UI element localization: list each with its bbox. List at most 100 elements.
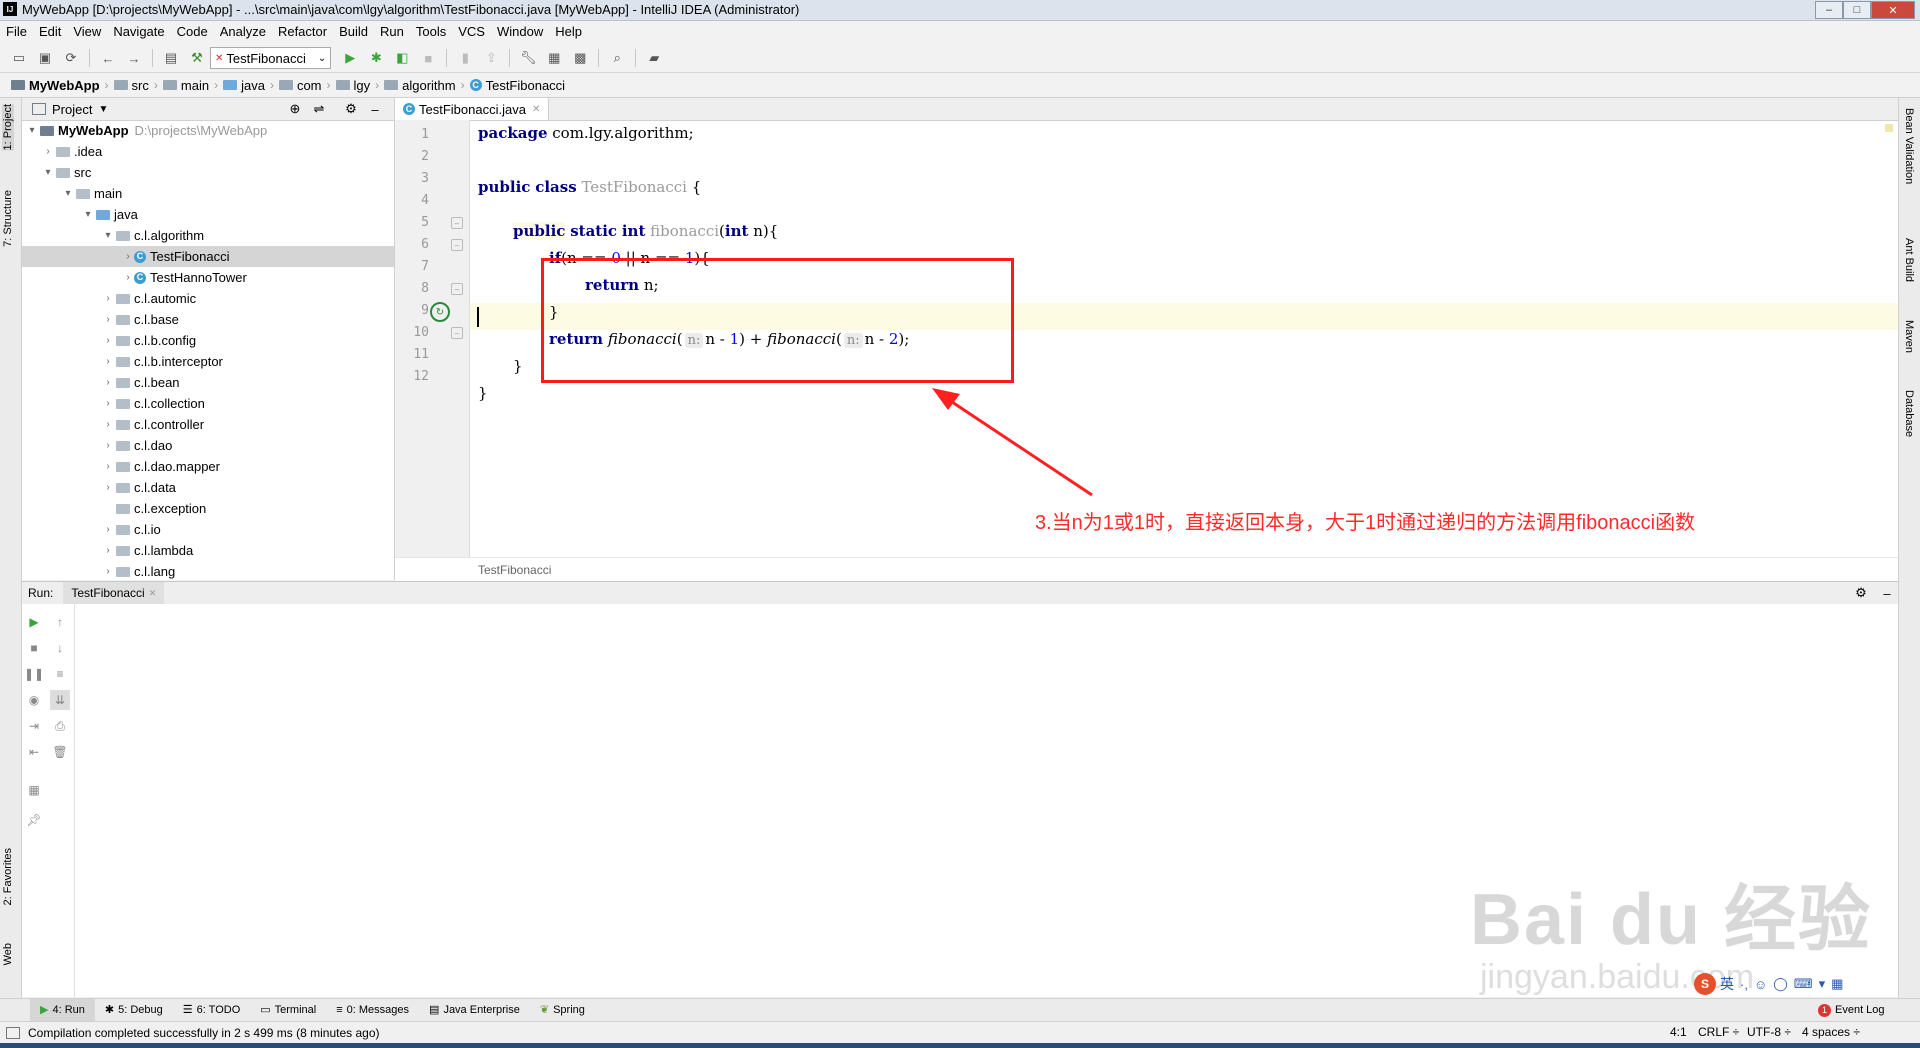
breadcrumb-lgy[interactable]: lgy xyxy=(333,78,374,93)
tree-item[interactable]: › c.l.lambda xyxy=(102,540,193,561)
chevron-right-icon[interactable]: › xyxy=(102,540,114,561)
web-tool-tab[interactable]: Web xyxy=(2,943,14,965)
fold-icon[interactable]: – xyxy=(451,239,463,251)
menu-vcs[interactable]: VCS xyxy=(452,21,491,43)
run-config-select[interactable]: ✕ TestFibonacci ⌄ xyxy=(210,47,332,69)
status-icon[interactable] xyxy=(6,1026,20,1039)
menu-code[interactable]: Code xyxy=(171,21,214,43)
login-icon[interactable]: ⇥ xyxy=(24,716,44,736)
ime-logo-icon[interactable]: S xyxy=(1694,973,1716,995)
down-icon[interactable]: ↓ xyxy=(50,638,70,658)
tasks-icon[interactable]: ▰ xyxy=(643,47,665,69)
tree-item[interactable]: › c.l.dao xyxy=(102,435,172,456)
save-icon[interactable]: ▣ xyxy=(34,47,56,69)
trash-icon[interactable]: 🗑︎ xyxy=(50,742,70,762)
settings-wrench-icon[interactable]: 🔧︎ xyxy=(517,47,539,69)
tree-item[interactable]: › c.l.io xyxy=(102,519,160,540)
menu-run[interactable]: Run xyxy=(374,21,410,43)
ime-grid-icon[interactable]: ▦ xyxy=(1831,976,1843,992)
project-settings-icon[interactable]: ▦ xyxy=(543,47,565,69)
locate-icon[interactable]: ⊕ xyxy=(286,100,304,118)
ime-shirt-icon[interactable]: ▾ xyxy=(1819,976,1826,992)
chevron-down-icon[interactable]: ▾ xyxy=(42,162,54,183)
ime-punct-icon[interactable]: ·, xyxy=(1740,977,1748,992)
tree-item[interactable]: ▾ main xyxy=(62,183,122,204)
java-enterprise-tool-tab[interactable]: ▤ Java Enterprise xyxy=(419,999,530,1021)
close-tab-icon[interactable]: ✕ xyxy=(532,104,540,115)
up-icon[interactable]: ↑ xyxy=(50,612,70,632)
messages-tool-tab[interactable]: ≡ 0: Messages xyxy=(326,999,419,1021)
chevron-down-icon[interactable]: ▾ xyxy=(82,204,94,225)
menu-file[interactable]: File xyxy=(0,21,33,43)
breadcrumb-main[interactable]: main xyxy=(160,78,212,93)
menu-edit[interactable]: Edit xyxy=(33,21,67,43)
project-tool-tab[interactable]: 1: Project xyxy=(2,104,14,151)
caret-position[interactable]: 4:1 xyxy=(1670,1025,1687,1039)
exit-icon[interactable]: ⇤ xyxy=(24,742,44,762)
chevron-right-icon[interactable]: › xyxy=(42,141,54,162)
chevron-right-icon[interactable]: › xyxy=(102,456,114,477)
indent-setting[interactable]: 4 spaces ÷ xyxy=(1802,1025,1860,1039)
chevron-down-icon[interactable]: ▼ xyxy=(98,104,108,115)
tree-item[interactable]: › c.l.automic xyxy=(102,288,196,309)
chevron-right-icon[interactable]: › xyxy=(102,435,114,456)
database-tab[interactable]: Database xyxy=(1903,390,1915,437)
close-icon[interactable]: ✕ xyxy=(1871,1,1915,19)
sdk-icon[interactable]: ▩ xyxy=(569,47,591,69)
breadcrumb-project[interactable]: MyWebApp xyxy=(8,78,103,93)
code-line-3[interactable]: public class TestFibonacci { xyxy=(478,174,701,201)
chevron-right-icon[interactable]: › xyxy=(102,330,114,351)
tree-item[interactable]: › C TestHannoTower xyxy=(122,267,247,288)
rerun-icon[interactable]: ▶ xyxy=(24,612,44,632)
debug-tool-tab[interactable]: ✱ 5: Debug xyxy=(95,999,173,1021)
tree-item[interactable]: › c.l.lang xyxy=(102,561,175,580)
chevron-right-icon[interactable]: › xyxy=(102,372,114,393)
menu-refactor[interactable]: Refactor xyxy=(272,21,333,43)
tree-item[interactable]: ▾ c.l.algorithm xyxy=(102,225,204,246)
sync-icon[interactable]: ⟳ xyxy=(60,47,82,69)
search-icon[interactable]: ⌕ xyxy=(606,47,628,69)
tree-item[interactable]: ▾ java xyxy=(82,204,137,225)
dump-threads-icon[interactable]: ◉ xyxy=(24,690,44,710)
pin-icon[interactable]: 📌︎ xyxy=(24,810,44,830)
fold-icon[interactable]: – xyxy=(451,217,463,229)
chevron-down-icon[interactable]: ▾ xyxy=(102,225,114,246)
file-encoding[interactable]: UTF-8 ÷ xyxy=(1747,1025,1791,1039)
ime-keyboard-icon[interactable]: ⌨ xyxy=(1794,976,1813,992)
menu-window[interactable]: Window xyxy=(491,21,549,43)
gear-icon[interactable]: ⚙ xyxy=(342,100,360,118)
chevron-right-icon[interactable]: › xyxy=(102,393,114,414)
code-line-5[interactable]: public static int fibonacci(int n){ xyxy=(513,218,778,245)
chevron-right-icon[interactable]: › xyxy=(102,477,114,498)
favorites-tool-tab[interactable]: 2: Favorites xyxy=(2,848,14,905)
breadcrumb-src[interactable]: src xyxy=(111,78,152,93)
chevron-right-icon[interactable]: › xyxy=(122,267,134,288)
breadcrumb-com[interactable]: com xyxy=(276,78,325,93)
hide-icon[interactable]: – xyxy=(366,100,384,118)
print-icon[interactable]: ⎙ xyxy=(50,716,70,736)
event-log-button[interactable]: 1 Event Log xyxy=(1818,999,1885,1021)
scroll-to-end-icon[interactable]: ⇊ xyxy=(50,690,70,710)
tree-item[interactable]: › c.l.bean xyxy=(102,372,179,393)
bean-validation-tab[interactable]: Bean Validation xyxy=(1903,108,1915,184)
ime-mic-icon[interactable]: ◯ xyxy=(1773,976,1788,992)
close-tab-icon[interactable]: ✕ xyxy=(149,588,157,599)
todo-tool-tab[interactable]: ☰ 6: TODO xyxy=(173,999,250,1021)
debug-icon[interactable]: ✱ xyxy=(365,47,387,69)
chevron-right-icon[interactable]: › xyxy=(102,561,114,580)
terminal-tool-tab[interactable]: ▭ Terminal xyxy=(250,999,326,1021)
tree-item[interactable]: c.l.exception xyxy=(102,498,206,519)
breadcrumb-java[interactable]: java xyxy=(220,78,268,93)
project-structure-icon[interactable]: ▤ xyxy=(160,47,182,69)
stop-icon[interactable]: ■ xyxy=(24,638,44,658)
status-message[interactable]: Compilation completed successfully in 2 … xyxy=(28,1026,380,1040)
tree-item[interactable]: ▾ src xyxy=(42,162,91,183)
ime-face-icon[interactable]: ☺ xyxy=(1754,977,1767,992)
tree-item[interactable]: › c.l.dao.mapper xyxy=(102,456,220,477)
project-view-select[interactable]: Project xyxy=(52,102,92,117)
breadcrumb-class[interactable]: C TestFibonacci xyxy=(467,78,568,93)
run-tool-tab[interactable]: ▶ 4: Run xyxy=(30,999,95,1021)
code-line-1[interactable]: package com.lgy.algorithm; xyxy=(478,120,694,147)
menu-build[interactable]: Build xyxy=(333,21,374,43)
back-icon[interactable]: ← xyxy=(97,47,119,69)
